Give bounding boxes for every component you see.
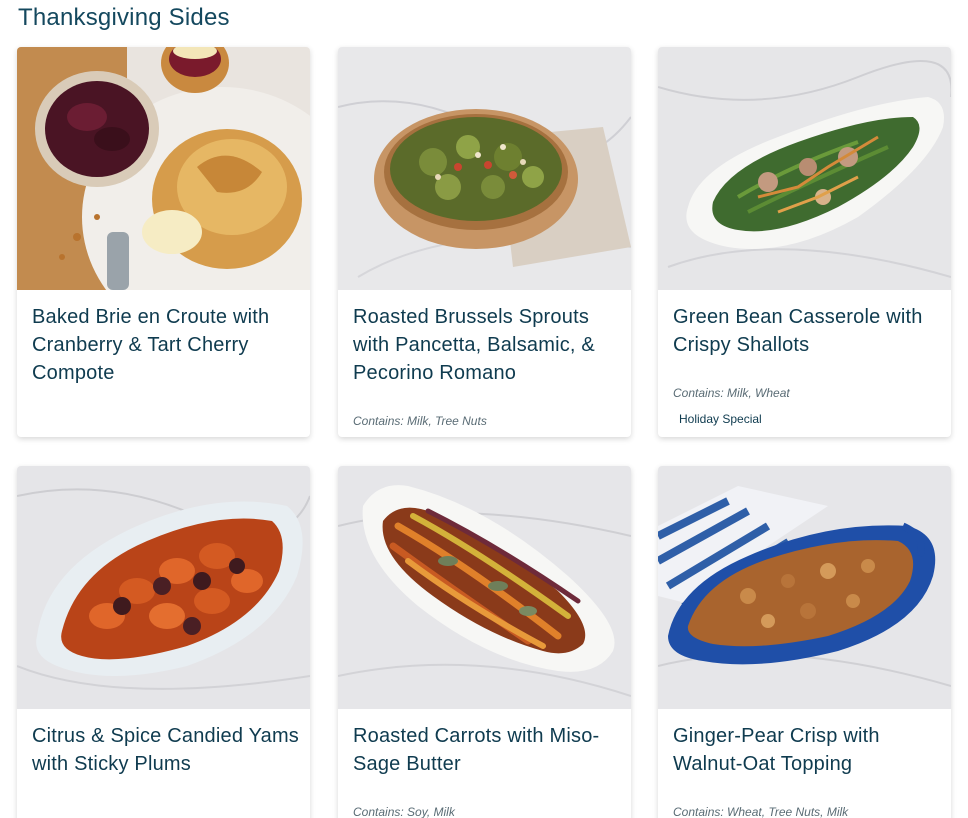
recipe-title[interactable]: Roasted Brussels Sprouts with Pancetta, … — [353, 303, 621, 387]
recipe-title[interactable]: Roasted Carrots with Miso-Sage Butter — [353, 722, 621, 778]
allergen-info: Contains: Milk, Tree Nuts — [353, 414, 487, 428]
green-bean-casserole-photo — [658, 47, 951, 290]
roasted-carrots-photo — [338, 466, 631, 709]
recipe-card[interactable]: Citrus & Spice Candied Yams with Sticky … — [17, 466, 310, 818]
brie-pastry-photo — [17, 47, 310, 290]
section-title: Thanksgiving Sides — [18, 4, 230, 31]
recipe-image[interactable] — [338, 47, 631, 290]
candied-yams-photo — [17, 466, 310, 709]
recipe-title[interactable]: Citrus & Spice Candied Yams with Sticky … — [32, 722, 300, 778]
recipe-card[interactable]: Roasted Carrots with Miso-Sage Butter Co… — [338, 466, 631, 818]
recipe-card[interactable]: Roasted Brussels Sprouts with Pancetta, … — [338, 47, 631, 437]
recipe-card[interactable]: Baked Brie en Croute with Cranberry & Ta… — [17, 47, 310, 437]
pear-crisp-photo — [658, 466, 951, 709]
recipe-title[interactable]: Ginger-Pear Crisp with Walnut-Oat Toppin… — [673, 722, 941, 778]
recipe-title[interactable]: Baked Brie en Croute with Cranberry & Ta… — [32, 303, 300, 387]
recipe-card[interactable]: Green Bean Casserole with Crispy Shallot… — [658, 47, 951, 437]
recipe-image[interactable] — [338, 466, 631, 709]
holiday-special-tag: Holiday Special — [679, 412, 762, 426]
recipe-image[interactable] — [17, 466, 310, 709]
brussels-sprouts-photo — [338, 47, 631, 290]
allergen-info: Contains: Soy, Milk — [353, 805, 455, 818]
recipe-grid: Baked Brie en Croute with Cranberry & Ta… — [17, 47, 951, 818]
allergen-info: Contains: Wheat, Tree Nuts, Milk — [673, 805, 849, 818]
recipe-image[interactable] — [17, 47, 310, 290]
recipe-card[interactable]: Ginger-Pear Crisp with Walnut-Oat Toppin… — [658, 466, 951, 818]
recipe-image[interactable] — [658, 47, 951, 290]
recipe-image[interactable] — [658, 466, 951, 709]
recipe-title[interactable]: Green Bean Casserole with Crispy Shallot… — [673, 303, 941, 359]
allergen-info: Contains: Milk, Wheat — [673, 386, 790, 400]
